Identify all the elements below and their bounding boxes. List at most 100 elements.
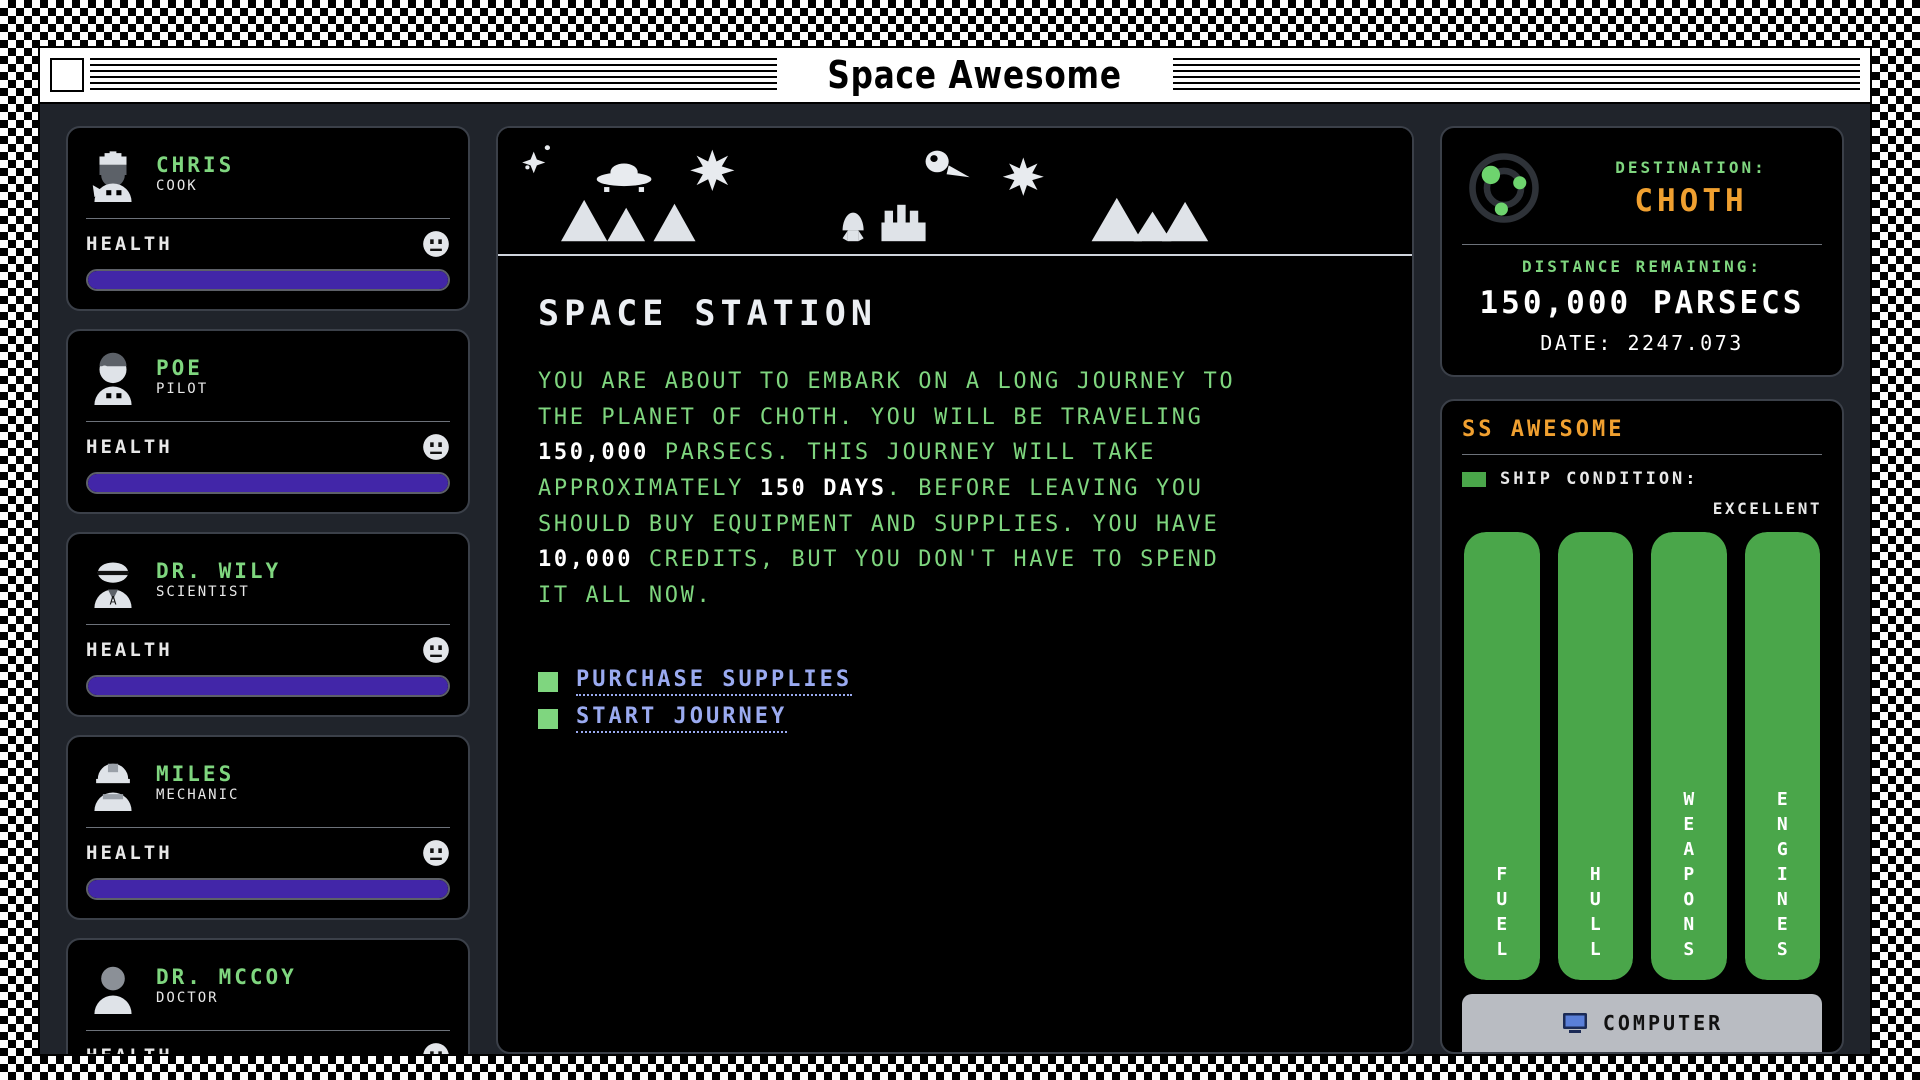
health-label: HEALTH bbox=[86, 436, 173, 458]
mechanic-avatar-icon bbox=[94, 763, 132, 811]
destination-header: DESTINATION: CHOTH bbox=[1462, 146, 1822, 230]
app-window: Space Awesome CHRIS COOK HEALTH POE PILO… bbox=[38, 46, 1872, 1056]
neutral-face-icon bbox=[423, 1043, 449, 1054]
health-bar bbox=[86, 269, 450, 291]
crew-card[interactable]: MILES MECHANIC HEALTH bbox=[66, 735, 470, 920]
destination-label: DESTINATION: bbox=[1615, 157, 1767, 177]
crew-header: A DR. WILY SCIENTIST bbox=[86, 550, 450, 612]
svg-text:A: A bbox=[109, 594, 116, 608]
gauge-engines: ENGINES bbox=[1744, 532, 1820, 980]
neutral-face-icon bbox=[423, 434, 449, 460]
crew-card[interactable]: POE PILOT HEALTH bbox=[66, 329, 470, 514]
condition-chip-icon bbox=[1462, 471, 1486, 487]
crew-identity: CHRIS COOK bbox=[156, 153, 234, 197]
status-panel: DESTINATION: CHOTH DISTANCE REMAINING: 1… bbox=[1440, 126, 1844, 1054]
story-panel: SPACE STATION YOU ARE ABOUT TO EMBARK ON… bbox=[496, 126, 1414, 1054]
gauge-fuel: FUEL bbox=[1464, 532, 1540, 980]
crew-card[interactable]: CHRIS COOK HEALTH bbox=[66, 126, 470, 311]
story-highlight: 150 DAYS bbox=[759, 475, 887, 501]
scene-svg bbox=[498, 128, 1412, 254]
ship-condition-row: SHIP CONDITION: bbox=[1462, 469, 1822, 489]
pilot-avatar-icon bbox=[94, 352, 132, 405]
scene-illustration bbox=[498, 128, 1412, 256]
action-start-journey[interactable]: START JOURNEY bbox=[538, 704, 788, 734]
crew-identity: POE PILOT bbox=[156, 356, 208, 400]
story-highlight: 10,000 bbox=[538, 547, 634, 573]
crew-name: MILES bbox=[156, 762, 235, 787]
gauge-fill: HULL bbox=[1557, 532, 1633, 980]
crew-role: COOK bbox=[156, 178, 198, 195]
story-highlight: 150,000 bbox=[538, 440, 649, 466]
gauge-hull: HULL bbox=[1557, 532, 1633, 980]
story-text: SPACE STATION YOU ARE ABOUT TO EMBARK ON… bbox=[498, 256, 1412, 633]
bullet-square-icon bbox=[538, 671, 558, 692]
gauge-weapons: WEAPONS bbox=[1651, 532, 1727, 980]
health-bar-fill bbox=[88, 271, 448, 289]
crew-card[interactable]: A DR. WILY SCIENTIST HEALTH bbox=[66, 532, 470, 717]
crew-identity: MILES MECHANIC bbox=[156, 762, 239, 806]
ship-condition-label: SHIP CONDITION: bbox=[1500, 469, 1699, 489]
destination-value: CHOTH bbox=[1634, 182, 1748, 219]
scientist-avatar-icon: A bbox=[94, 562, 132, 608]
action-label[interactable]: START JOURNEY bbox=[576, 704, 788, 734]
health-label: HEALTH bbox=[86, 1045, 173, 1054]
divider bbox=[1462, 244, 1822, 245]
star-icon bbox=[690, 149, 735, 191]
health-bar-fill bbox=[88, 474, 448, 492]
health-bar bbox=[86, 472, 450, 494]
window-body: CHRIS COOK HEALTH POE PILOT HEALTH A DR.… bbox=[40, 104, 1870, 1054]
distance-label: DISTANCE REMAINING: bbox=[1521, 257, 1763, 276]
action-list: PURCHASE SUPPLIES START JOURNEY bbox=[538, 667, 1412, 734]
gauge-fill: FUEL bbox=[1464, 532, 1540, 980]
story-title: SPACE STATION bbox=[538, 294, 877, 334]
crew-panel: CHRIS COOK HEALTH POE PILOT HEALTH A DR.… bbox=[66, 126, 470, 1054]
crew-name: CHRIS bbox=[156, 153, 235, 178]
distance-value: 150,000 PARSECS bbox=[1479, 285, 1805, 321]
titlebar-stripes-left bbox=[90, 58, 778, 92]
divider bbox=[86, 218, 450, 219]
title-bar: Space Awesome bbox=[40, 48, 1870, 104]
orbit-icon bbox=[1469, 153, 1539, 223]
crew-role: PILOT bbox=[156, 381, 209, 398]
gauge-fill: WEAPONS bbox=[1651, 532, 1727, 980]
crew-card[interactable]: DR. MCCOY DOCTOR HEALTH bbox=[66, 938, 470, 1054]
story-span: CREDITS, BUT YOU DON'T HAVE TO SPEND IT … bbox=[538, 547, 1220, 608]
window-title: Space Awesome bbox=[812, 53, 1138, 97]
ship-gauges: FUEL HULL WEAPONS ENGINES bbox=[1462, 518, 1822, 980]
computer-icon bbox=[1562, 1013, 1587, 1033]
destination-labels: DESTINATION: CHOTH bbox=[1560, 158, 1822, 219]
chef-avatar-icon bbox=[92, 151, 132, 202]
crew-role: DOCTOR bbox=[156, 990, 219, 1007]
crew-header: POE PILOT bbox=[86, 347, 450, 409]
crew-health-row: HEALTH bbox=[86, 838, 450, 868]
crew-header: DR. MCCOY DOCTOR bbox=[86, 956, 450, 1018]
computer-button[interactable]: COMPUTER bbox=[1462, 994, 1822, 1052]
crew-role: SCIENTIST bbox=[156, 584, 250, 601]
crew-identity: DR. WILY SCIENTIST bbox=[156, 559, 281, 603]
action-label[interactable]: PURCHASE SUPPLIES bbox=[576, 667, 853, 697]
gauge-label: FUEL bbox=[1491, 864, 1513, 964]
neutral-face-icon bbox=[423, 231, 449, 257]
doctor-avatar-icon bbox=[94, 966, 132, 1014]
neutral-face-icon bbox=[423, 637, 449, 663]
ship-box: SS AWESOME SHIP CONDITION: EXCELLENT FUE… bbox=[1440, 399, 1844, 1054]
crew-identity: DR. MCCOY DOCTOR bbox=[156, 965, 297, 1009]
divider bbox=[1462, 454, 1822, 455]
gauge-fill: ENGINES bbox=[1744, 532, 1820, 980]
titlebar-stripes-right bbox=[1172, 58, 1860, 92]
crew-name: POE bbox=[156, 356, 203, 381]
divider bbox=[86, 827, 450, 828]
health-label: HEALTH bbox=[86, 842, 173, 864]
gauge-label: WEAPONS bbox=[1678, 789, 1700, 964]
crew-health-row: HEALTH bbox=[86, 229, 450, 259]
crew-name: DR. WILY bbox=[156, 559, 282, 584]
health-bar-fill bbox=[88, 880, 448, 898]
ship-name: SS AWESOME bbox=[1462, 417, 1625, 442]
action-purchase-supplies[interactable]: PURCHASE SUPPLIES bbox=[538, 667, 853, 697]
divider bbox=[86, 1030, 450, 1031]
crew-role: MECHANIC bbox=[156, 787, 240, 804]
close-box-button[interactable] bbox=[50, 58, 84, 92]
crew-health-row: HEALTH bbox=[86, 432, 450, 462]
divider bbox=[86, 421, 450, 422]
destination-box: DESTINATION: CHOTH DISTANCE REMAINING: 1… bbox=[1440, 126, 1844, 377]
